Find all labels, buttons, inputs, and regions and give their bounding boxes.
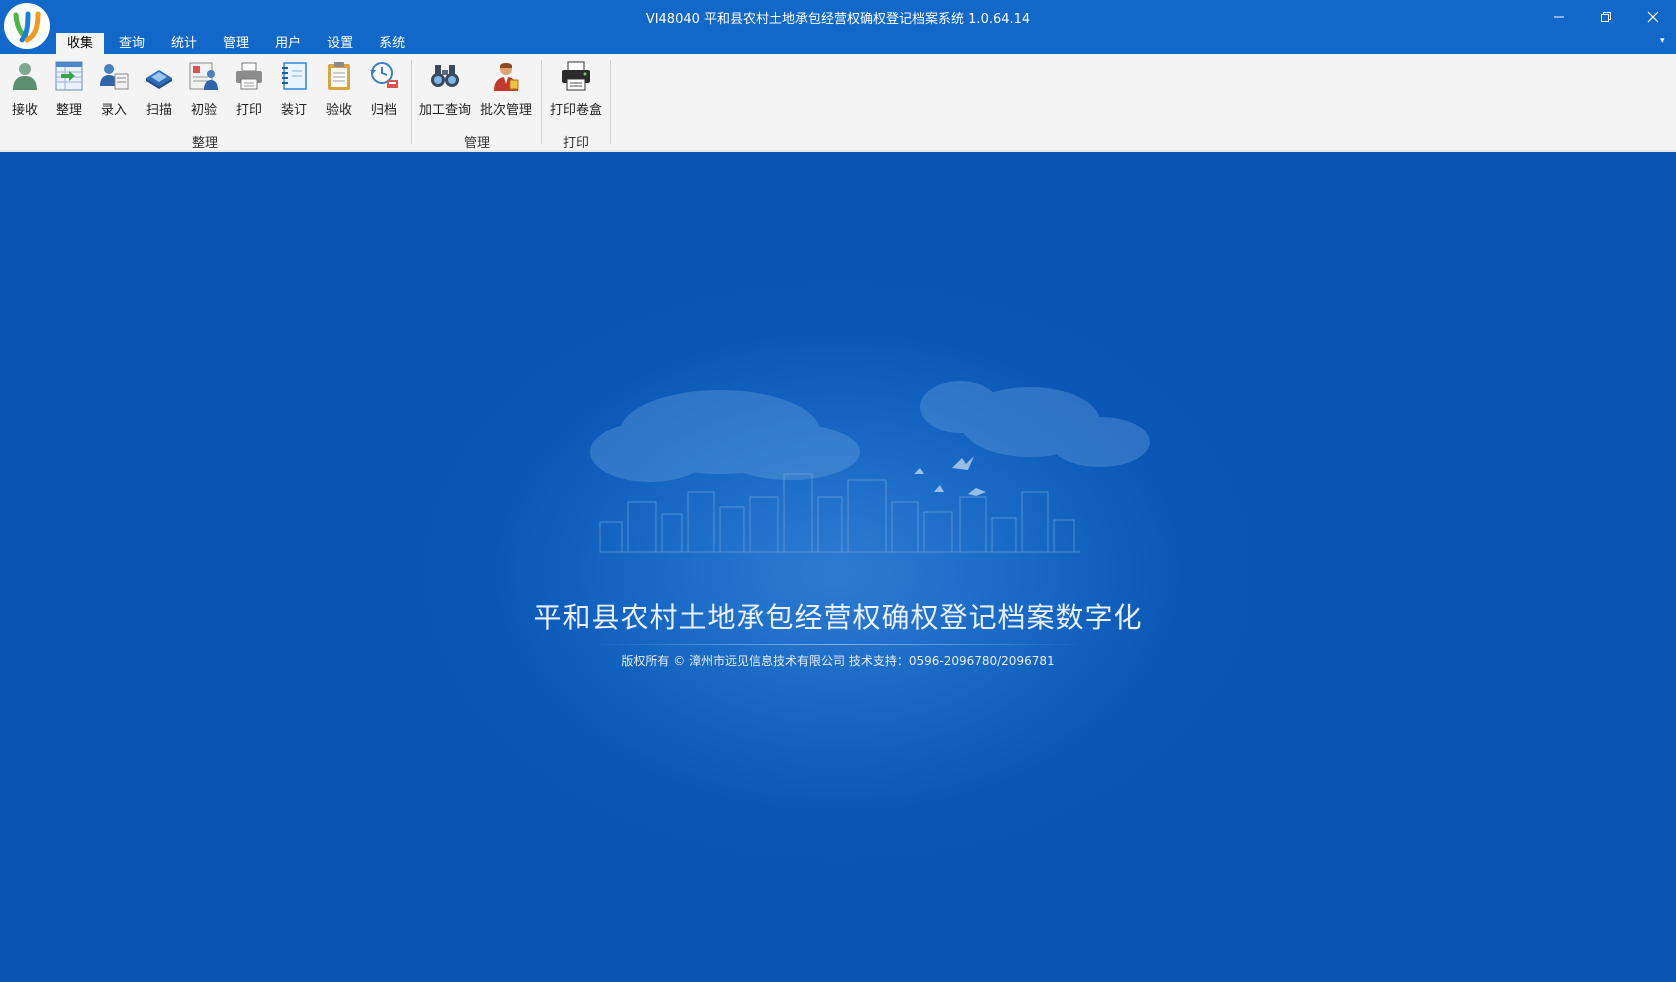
archive-clock-icon bbox=[370, 62, 398, 88]
group-separator bbox=[610, 60, 611, 144]
archive-button[interactable]: 归档 bbox=[363, 58, 405, 118]
splash-copyright: 版权所有 © 漳州市远见信息技术有限公司 技术支持：0596-2096780/2… bbox=[621, 654, 1055, 668]
group-separator bbox=[541, 60, 542, 144]
restore-button[interactable] bbox=[1583, 0, 1629, 34]
tab-user[interactable]: 用户 bbox=[264, 33, 312, 54]
clipboard-icon bbox=[328, 62, 350, 90]
splash-divider bbox=[588, 644, 1088, 645]
minimize-button[interactable] bbox=[1536, 0, 1582, 34]
close-button[interactable] bbox=[1630, 0, 1676, 34]
print-box-label: 打印卷盒 bbox=[549, 103, 602, 118]
window-title: VI48040 平和县农村土地承包经营权确权登记档案系统 1.0.64.14 bbox=[645, 12, 1031, 27]
birds-icon bbox=[914, 456, 986, 496]
ribbon-group-manage: 加工查询 批次管理 管理 bbox=[413, 54, 541, 151]
initial-check-button[interactable]: 初验 bbox=[183, 58, 225, 118]
tab-collect[interactable]: 收集 bbox=[56, 33, 105, 54]
close-icon bbox=[1647, 11, 1659, 23]
process-query-button[interactable]: 加工查询 bbox=[419, 58, 471, 118]
scan-button[interactable]: 扫描 bbox=[138, 58, 180, 118]
receive-button[interactable]: 接收 bbox=[4, 58, 46, 118]
cloud-shapes bbox=[590, 381, 1150, 482]
ribbon: 接收 整理 录入 扫描 初验 打印 装订 验收 归档 整理 加工查询 批次管理 … bbox=[0, 54, 1676, 151]
table-organize-icon bbox=[55, 61, 83, 91]
tab-query[interactable]: 查询 bbox=[108, 33, 156, 54]
main-splash: 平和县农村土地承包经营权确权登记档案数字化 版权所有 © 漳州市远见信息技术有限… bbox=[0, 152, 1676, 982]
printer-icon bbox=[236, 62, 262, 90]
tab-statistics[interactable]: 统计 bbox=[160, 33, 208, 54]
tab-settings[interactable]: 设置 bbox=[316, 33, 364, 54]
ribbon-group-organize: 接收 整理 录入 扫描 初验 打印 装订 验收 归档 整理 bbox=[0, 54, 410, 151]
tab-manage[interactable]: 管理 bbox=[212, 33, 260, 54]
ribbon-tabs: 收集 查询 统计 管理 用户 设置 系统 bbox=[56, 33, 420, 54]
group-label-manage: 管理 bbox=[463, 136, 490, 151]
scanner-icon bbox=[146, 70, 172, 89]
ribbon-group-print: 打印卷盒 打印 bbox=[543, 54, 609, 151]
acceptance-button[interactable]: 验收 bbox=[318, 58, 360, 118]
binding-button[interactable]: 装订 bbox=[273, 58, 315, 118]
box-printer-icon bbox=[562, 61, 590, 91]
archive-label: 归档 bbox=[370, 103, 397, 118]
user-receive-icon bbox=[13, 63, 37, 90]
group-label-organize: 整理 bbox=[191, 136, 218, 151]
initial-check-icon bbox=[189, 62, 218, 90]
minimize-icon bbox=[1554, 16, 1564, 18]
print-box-button[interactable]: 打印卷盒 bbox=[549, 58, 603, 118]
batch-manage-label: 批次管理 bbox=[479, 103, 532, 118]
restore-icon bbox=[1601, 12, 1611, 22]
splash-title: 平和县农村土地承包经营权确权登记档案数字化 bbox=[533, 601, 1143, 634]
splash-illustration bbox=[590, 381, 1150, 553]
binder-icon bbox=[282, 62, 307, 90]
process-query-label: 加工查询 bbox=[418, 103, 471, 118]
ribbon-collapse-icon[interactable]: ▾ bbox=[1660, 36, 1665, 46]
binoculars-icon bbox=[431, 65, 459, 87]
city-skyline-icon bbox=[599, 473, 1080, 553]
batch-manager-icon bbox=[494, 63, 519, 91]
user-entry-icon bbox=[100, 64, 129, 90]
print-button[interactable]: 打印 bbox=[228, 58, 270, 118]
group-separator bbox=[411, 60, 412, 144]
entry-button[interactable]: 录入 bbox=[93, 58, 135, 118]
tab-system[interactable]: 系统 bbox=[368, 33, 416, 54]
batch-manage-button[interactable]: 批次管理 bbox=[480, 58, 532, 118]
organize-button[interactable]: 整理 bbox=[48, 58, 90, 118]
group-label-print: 打印 bbox=[562, 136, 589, 151]
title-bar: VI48040 平和县农村土地承包经营权确权登记档案系统 1.0.64.14 ▾… bbox=[0, 0, 1676, 54]
